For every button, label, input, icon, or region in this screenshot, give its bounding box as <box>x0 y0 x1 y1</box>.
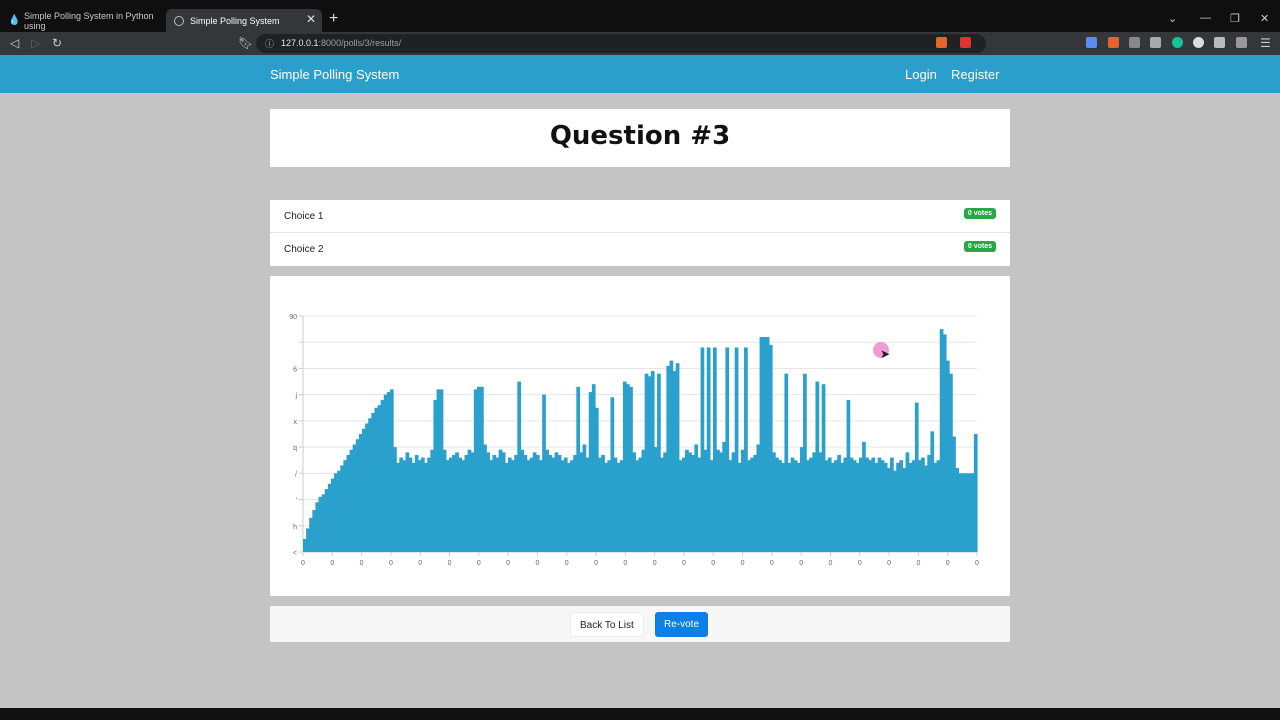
list-item: Choice 2 0 votes <box>270 233 1010 266</box>
votes-badge: 0 votes <box>963 241 996 252</box>
x-tick-label: 0 <box>418 560 422 567</box>
drop-icon: 💧 <box>8 14 21 26</box>
close-window-icon[interactable]: ✕ <box>1260 12 1269 25</box>
x-tick-label: 0 <box>770 560 774 567</box>
choice-label: Choice 2 <box>284 244 324 255</box>
y-tick-label: x <box>294 419 298 426</box>
minimize-icon[interactable]: — <box>1200 12 1211 24</box>
x-tick-label: 0 <box>330 560 334 567</box>
list-item: Choice 1 0 votes <box>270 200 1010 233</box>
site-brand[interactable]: Simple Polling System <box>270 67 399 82</box>
x-tick-label: 0 <box>829 560 833 567</box>
camera-icon[interactable] <box>1129 37 1140 48</box>
translate-icon[interactable] <box>1086 37 1097 48</box>
choice-list: Choice 1 0 votes Choice 2 0 votes <box>270 200 1010 266</box>
x-tick-label: 0 <box>711 560 715 567</box>
votes-badge: 0 votes <box>963 208 996 219</box>
new-tab-icon[interactable]: + <box>329 11 338 27</box>
close-icon[interactable]: ✕ <box>306 12 316 26</box>
browser-tab-1[interactable]: 💧 Simple Polling System in Python using <box>0 9 162 32</box>
card-footer: Back To List Re-vote <box>270 606 1010 642</box>
tab-title: Simple Polling System in Python using <box>24 10 154 31</box>
x-tick-label: 0 <box>565 560 569 567</box>
mouse-cursor-icon: ➤ <box>880 347 891 361</box>
y-tick-label: 6 <box>293 366 297 373</box>
choice-label: Choice 1 <box>284 211 324 222</box>
register-link[interactable]: Register <box>951 67 999 82</box>
x-tick-label: 0 <box>916 560 920 567</box>
x-tick-label: 0 <box>535 560 539 567</box>
browser-toolbar: ◁ ▷ ↻ 🔖︎ ⓘ 127.0.0.1:8000/polls/3/result… <box>0 32 1280 55</box>
y-tick-label: 90 <box>289 314 297 321</box>
browser-tab-bar: 💧 Simple Polling System in Python using … <box>0 0 1280 32</box>
x-tick-label: 0 <box>887 560 891 567</box>
page-viewport: Simple Polling System Login Register Que… <box>0 55 1280 708</box>
brave-rewards-icon[interactable] <box>960 37 971 48</box>
restore-icon[interactable]: ❐ <box>1230 12 1240 25</box>
info-icon: ⓘ <box>265 39 275 49</box>
x-tick-label: 0 <box>360 560 364 567</box>
theme-icon[interactable] <box>1193 37 1204 48</box>
x-tick-label: 0 <box>477 560 481 567</box>
grammarly-icon[interactable] <box>1172 37 1183 48</box>
back-icon[interactable]: ◁ <box>10 36 19 50</box>
wallet-icon[interactable] <box>1236 37 1247 48</box>
chart-bar <box>973 434 978 552</box>
y-tick-label: < <box>293 550 297 557</box>
reload-icon[interactable]: ↻ <box>52 36 62 50</box>
browser-tab-2[interactable]: Simple Polling System ✕ <box>166 9 322 32</box>
question-card: Question #3 <box>270 109 1010 167</box>
tab-search-icon[interactable]: ⌄ <box>1168 12 1177 25</box>
forward-icon[interactable]: ▷ <box>31 36 40 50</box>
bookmark-icon[interactable]: 🔖︎ <box>238 36 253 50</box>
menu-icon[interactable]: ☰ <box>1260 36 1271 50</box>
globe-icon <box>174 15 184 26</box>
x-tick-label: 0 <box>594 560 598 567</box>
x-tick-label: 0 <box>799 560 803 567</box>
puzzle-icon[interactable] <box>1214 37 1225 48</box>
x-tick-label: 0 <box>623 560 627 567</box>
y-tick-label: q <box>293 445 297 452</box>
url-text: 127.0.0.1:8000/polls/3/results/ <box>281 38 402 48</box>
y-tick-label: j <box>294 393 297 400</box>
y-tick-label: / <box>295 471 297 478</box>
results-chart: < h ' / q x j 6 90 0 0 0 0 0 0 0 0 0 0 0 0 0 0 0 0 0 0 0 0 0 0 0 0 <box>289 314 979 567</box>
x-tick-label: 0 <box>506 560 510 567</box>
y-tick-label: ' <box>296 498 297 505</box>
login-link[interactable]: Login <box>905 67 937 82</box>
x-tick-label: 0 <box>682 560 686 567</box>
tab-title: Simple Polling System <box>190 15 280 26</box>
revote-button[interactable]: Re-vote <box>655 612 709 637</box>
shield-icon[interactable] <box>1150 37 1161 48</box>
page-title: Question #3 <box>549 121 731 151</box>
address-bar[interactable]: ⓘ 127.0.0.1:8000/polls/3/results/ <box>256 34 986 53</box>
x-tick-label: 0 <box>653 560 657 567</box>
x-tick-label: 0 <box>858 560 862 567</box>
y-tick-label: h <box>293 524 297 531</box>
x-tick-label: 0 <box>389 560 393 567</box>
x-tick-label: 0 <box>301 560 305 567</box>
x-tick-label: 0 <box>975 560 979 567</box>
site-navbar: Simple Polling System Login Register <box>0 55 1280 93</box>
taskbar-strip <box>0 708 1280 720</box>
x-tick-label: 0 <box>448 560 452 567</box>
brave-shield-icon[interactable] <box>936 37 947 48</box>
back-to-list-button[interactable]: Back To List <box>570 612 644 637</box>
x-tick-label: 0 <box>741 560 745 567</box>
extension-icon[interactable] <box>1108 37 1119 48</box>
x-tick-label: 0 <box>946 560 950 567</box>
results-chart-card: < h ' / q x j 6 90 0 0 0 0 0 0 0 0 0 0 0 0 0 0 0 0 0 0 0 0 0 0 0 0 <box>270 276 1010 596</box>
